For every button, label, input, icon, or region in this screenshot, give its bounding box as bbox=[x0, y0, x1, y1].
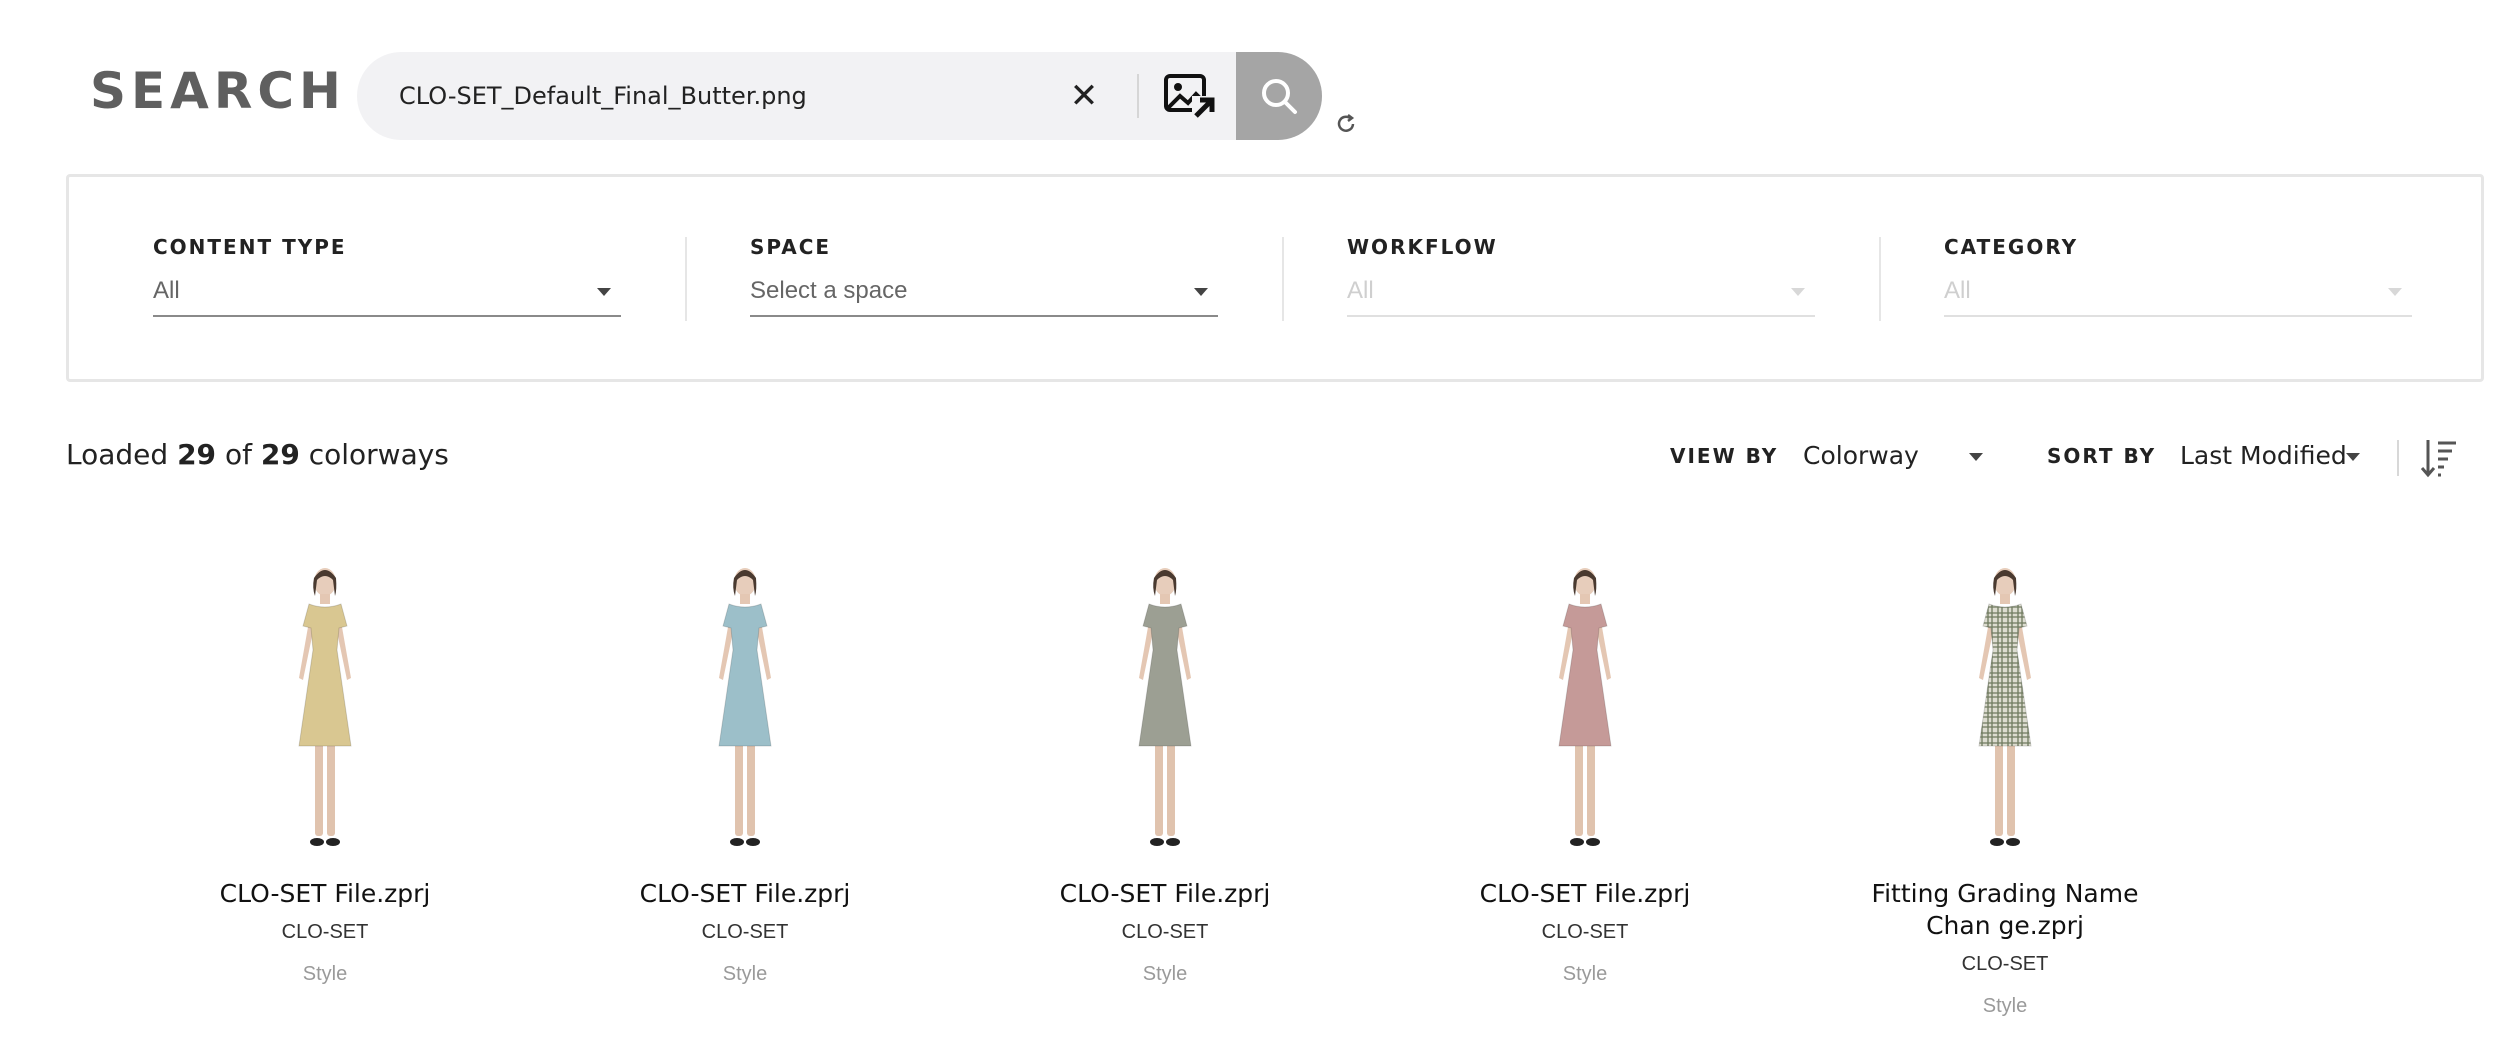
view-by-select[interactable]: Colorway bbox=[1803, 436, 1993, 476]
chevron-down-icon bbox=[1969, 453, 1983, 461]
colorway-space: CLO-SET bbox=[1121, 921, 1209, 943]
content-type-select[interactable]: All bbox=[153, 271, 621, 317]
refresh-icon[interactable] bbox=[1334, 112, 1358, 136]
filter-value: All bbox=[153, 277, 180, 304]
colorway-space: CLO-SET bbox=[701, 921, 789, 943]
colorway-card[interactable]: CLO-SET File.zprj CLO-SET Style bbox=[565, 560, 925, 988]
filter-divider bbox=[1879, 237, 1881, 321]
filter-panel: CONTENT TYPE All SPACE Select a space WO… bbox=[66, 174, 2484, 382]
colorway-type: Style bbox=[722, 963, 768, 985]
image-search-icon[interactable] bbox=[1162, 72, 1218, 120]
filter-divider bbox=[685, 237, 687, 321]
filter-category: CATEGORY All bbox=[1944, 235, 2412, 317]
filter-label: WORKFLOW bbox=[1347, 235, 1498, 259]
page-title: SEARCH bbox=[90, 62, 346, 120]
colorway-card[interactable]: CLO-SET File.zprj CLO-SET Style bbox=[145, 560, 505, 988]
results-prefix: Loaded bbox=[66, 438, 169, 471]
sort-by-label: SORT BY bbox=[2047, 444, 2157, 468]
results-unit: colorways bbox=[308, 438, 449, 471]
filter-label: CATEGORY bbox=[1944, 235, 2079, 259]
colorway-name: Fitting Grading Name Chan ge.zprj bbox=[1871, 879, 2139, 940]
workflow-select: All bbox=[1347, 271, 1815, 317]
close-icon[interactable]: ✕ bbox=[1064, 76, 1104, 116]
filter-workflow: WORKFLOW All bbox=[1347, 235, 1815, 317]
colorway-name: CLO-SET File.zprj bbox=[1059, 879, 1271, 908]
sort-by-value: Last Modified bbox=[2180, 441, 2347, 470]
filter-value: Select a space bbox=[750, 277, 908, 304]
results-count: Loaded 29 of 29 colorways bbox=[66, 438, 449, 471]
colorway-name: CLO-SET File.zprj bbox=[219, 879, 431, 908]
filter-value: All bbox=[1347, 277, 1374, 304]
filter-label: SPACE bbox=[750, 235, 832, 259]
colorway-type: Style bbox=[302, 963, 348, 985]
colorway-thumbnail bbox=[685, 560, 805, 860]
colorway-card[interactable]: Fitting Grading Name Chan ge.zprj CLO-SET… bbox=[1825, 560, 2185, 1020]
filter-space: SPACE Select a space bbox=[750, 235, 1218, 317]
category-select: All bbox=[1944, 271, 2412, 317]
results-total: 29 bbox=[260, 438, 300, 471]
results-loaded: 29 bbox=[177, 438, 217, 471]
view-by-value: Colorway bbox=[1803, 441, 1919, 470]
filter-content-type: CONTENT TYPE All bbox=[153, 235, 621, 317]
colorway-space: CLO-SET bbox=[281, 921, 369, 943]
search-icon bbox=[1262, 79, 1297, 114]
sort-descending-icon[interactable] bbox=[2420, 438, 2458, 478]
chevron-down-icon bbox=[1791, 288, 1805, 296]
filter-label: CONTENT TYPE bbox=[153, 235, 347, 259]
colorway-name: CLO-SET File.zprj bbox=[639, 879, 851, 908]
chevron-down-icon bbox=[1194, 288, 1208, 296]
colorway-thumbnail bbox=[1525, 560, 1645, 860]
search-button[interactable] bbox=[1236, 52, 1322, 140]
view-by-label: VIEW BY bbox=[1670, 444, 1779, 468]
colorway-card[interactable]: CLO-SET File.zprj CLO-SET Style bbox=[1405, 560, 1765, 988]
colorway-type: Style bbox=[1562, 963, 1608, 985]
colorway-thumbnail bbox=[265, 560, 385, 860]
sort-by-select[interactable]: Last Modified bbox=[2180, 436, 2370, 476]
search-input[interactable] bbox=[399, 52, 1059, 140]
colorway-space: CLO-SET bbox=[1541, 921, 1629, 943]
space-select[interactable]: Select a space bbox=[750, 271, 1218, 317]
colorway-thumbnail bbox=[1945, 560, 2065, 860]
colorway-thumbnail bbox=[1105, 560, 1225, 860]
search-bar-divider bbox=[1137, 74, 1139, 118]
chevron-down-icon bbox=[2346, 453, 2360, 461]
chevron-down-icon bbox=[2388, 288, 2402, 296]
colorway-name: CLO-SET File.zprj bbox=[1479, 879, 1691, 908]
filter-divider bbox=[1282, 237, 1284, 321]
results-of: of bbox=[224, 438, 252, 471]
filter-value: All bbox=[1944, 277, 1971, 304]
colorway-type: Style bbox=[1982, 995, 2028, 1017]
colorway-space: CLO-SET bbox=[1961, 953, 2049, 975]
colorway-type: Style bbox=[1142, 963, 1188, 985]
colorway-card[interactable]: CLO-SET File.zprj CLO-SET Style bbox=[985, 560, 1345, 988]
chevron-down-icon bbox=[597, 288, 611, 296]
toolbar-divider bbox=[2397, 440, 2399, 476]
